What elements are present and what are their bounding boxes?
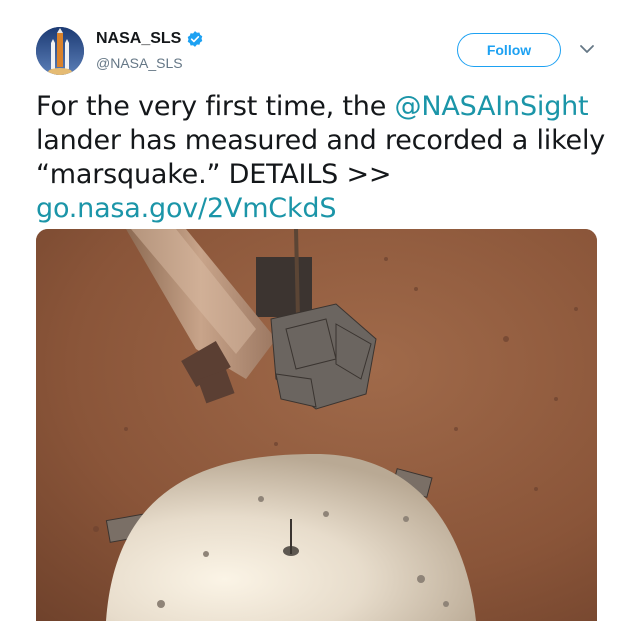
tweet-media-photo[interactable]: [36, 229, 597, 621]
insight-seismometer-photo: [36, 229, 597, 621]
rocket-avatar-icon: [36, 27, 84, 75]
mention-link[interactable]: @NASAInSight: [395, 91, 589, 122]
tweet-line-2: lander has measured and recorded a likel…: [36, 125, 606, 156]
author-handle[interactable]: @NASA_SLS: [96, 55, 183, 71]
tweet-line-3: “marsquake.” DETAILS >>: [36, 159, 392, 190]
tweet-text: For the very first time, the @NASAInSigh…: [36, 90, 606, 226]
author-name-row: NASA_SLS: [96, 30, 204, 48]
tweet-text-prefix: For the very first time, the: [36, 91, 395, 122]
author-avatar[interactable]: [36, 27, 84, 75]
author-name[interactable]: NASA_SLS: [96, 30, 181, 48]
tweet-url-link[interactable]: go.nasa.gov/2VmCkdS: [36, 192, 596, 226]
tweet-line-1: For the very first time, the @NASAInSigh…: [36, 90, 596, 124]
follow-button[interactable]: Follow: [457, 33, 561, 67]
chevron-down-icon[interactable]: [578, 42, 596, 56]
verified-badge-icon: [188, 31, 203, 47]
